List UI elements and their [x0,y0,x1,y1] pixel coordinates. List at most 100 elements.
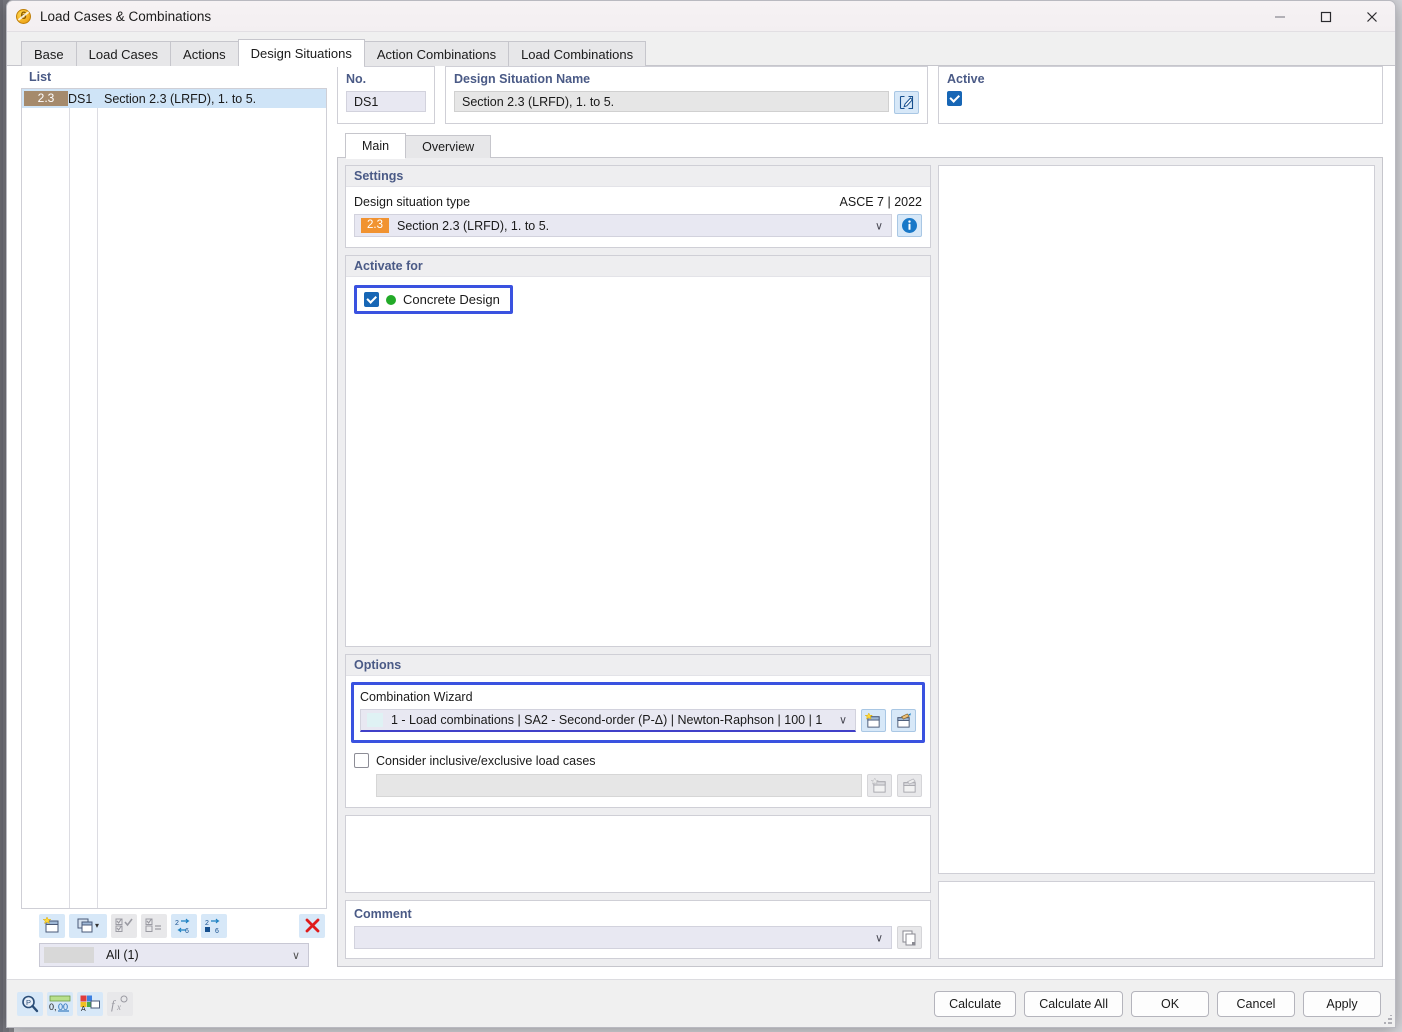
type-badge: 2.3 [361,218,389,233]
activate-item-concrete-design[interactable]: Concrete Design [354,285,513,314]
activate-for-title: Activate for [346,256,930,277]
copy-item-button[interactable]: ▾ [69,913,107,938]
comment-select[interactable]: ∨ [354,926,892,949]
svg-text:6: 6 [215,928,219,934]
svg-text:A: A [81,1006,86,1012]
new-window-star-icon[interactable] [861,709,886,732]
svg-text:0,: 0, [49,1002,57,1012]
calculate-all-button[interactable]: Calculate All [1024,990,1123,1017]
list-toolbar: ▾ 2 6 2 6 [21,909,327,939]
combination-wizard-select[interactable]: 1 - Load combinations | SA2 - Second-ord… [360,709,856,732]
status-dot-icon [386,294,396,305]
edit-window-icon [897,774,922,797]
function-fx-icon: f x [107,991,133,1016]
cancel-button[interactable]: Cancel [1217,990,1295,1017]
type-value: Section 2.3 (LRFD), 1. to 5. [397,218,550,233]
svg-text:x: x [116,1002,121,1012]
chevron-down-icon: ∨ [874,220,883,232]
consider-inclusive-row[interactable]: Consider inclusive/exclusive load cases [354,753,922,768]
comment-label: Comment [354,907,412,921]
main-tab-strip: Base Load Cases Actions Design Situation… [7,38,1395,67]
magnifier-icon[interactable]: P [17,991,43,1016]
footer-tools: P 0, 00 A f x [7,991,133,1016]
tab-overview[interactable]: Overview [405,135,492,158]
edit-window-icon[interactable] [891,709,916,732]
info-circle-icon[interactable] [897,214,922,237]
no-label: No. [346,72,367,86]
chevron-down-icon: ∨ [838,714,847,727]
preview-pane [938,165,1375,874]
design-situation-name-field[interactable]: Section 2.3 (LRFD), 1. to 5. [454,91,889,112]
preview-footer-pane [938,881,1375,959]
blank-pane [345,815,931,893]
list-filter-select[interactable]: All (1) ∨ [39,943,309,967]
settings-group: Settings Design situation type ASCE 7 | … [345,165,931,248]
no-field[interactable]: DS1 [346,91,426,112]
list-title: List [29,70,52,84]
design-situation-type-label: Design situation type [354,195,471,209]
resize-grip[interactable] [1383,1015,1393,1025]
decimals-0-00-icon[interactable]: 0, 00 [47,991,73,1016]
edit-pencil-icon[interactable] [894,91,919,114]
footer-buttons: Calculate Calculate All OK Cancel Apply [934,990,1395,1017]
consider-inclusive-label: Consider inclusive/exclusive load cases [376,753,596,768]
close-button[interactable] [1349,1,1395,32]
table-row[interactable]: 2.3 DS1 Section 2.3 (LRFD), 1. to 5. [22,89,326,108]
load-cases-combinations-dialog: 6 Load Cases & Combinations Base Load Ca… [6,0,1396,1028]
concrete-design-checkbox[interactable] [364,292,379,307]
select-all-button[interactable] [111,913,137,938]
active-checkbox[interactable] [947,91,962,106]
delete-item-button[interactable] [299,913,325,938]
svg-text:P: P [26,998,31,1007]
combination-wizard-value: 1 - Load combinations | SA2 - Second-ord… [391,713,823,727]
tab-load-combinations[interactable]: Load Combinations [508,41,647,66]
maximize-button[interactable] [1303,1,1349,32]
wizard-color-swatch [367,713,383,727]
new-window-star-icon [867,774,892,797]
active-group: Active [938,66,1383,124]
minimize-button[interactable] [1257,1,1303,32]
filter-label: All (1) [106,948,139,962]
tab-design-situations[interactable]: Design Situations [237,39,365,67]
consider-inclusive-checkbox[interactable] [354,753,369,768]
chevron-down-icon: ∨ [291,950,300,962]
standard-label: ASCE 7 | 2022 [839,195,922,209]
design-situations-list[interactable]: 2.3 DS1 Section 2.3 (LRFD), 1. to 5. [21,88,327,909]
new-item-button[interactable] [39,913,65,938]
design-situation-type-select[interactable]: 2.3 Section 2.3 (LRFD), 1. to 5. ∨ [354,214,892,237]
dialog-body: List 2.3 DS1 Section 2.3 (LRFD), 1. to 5… [7,66,1395,979]
design-situation-name-group: Design Situation Name Section 2.3 (LRFD)… [445,66,928,124]
renumber-selected-button[interactable]: 2 6 [201,913,227,938]
invert-selection-button[interactable] [141,913,167,938]
tab-load-cases[interactable]: Load Cases [75,41,172,66]
combination-wizard-highlight: Combination Wizard 1 - Load combinations… [351,682,925,743]
list-panel: List 2.3 DS1 Section 2.3 (LRFD), 1. to 5… [21,66,327,967]
renumber-button[interactable]: 2 6 [171,913,197,938]
ok-button[interactable]: OK [1131,990,1209,1017]
app-badge-6-icon: 6 [15,8,32,25]
tab-action-combinations[interactable]: Action Combinations [363,41,510,66]
apply-button[interactable]: Apply [1303,990,1381,1017]
title-bar: 6 Load Cases & Combinations [7,1,1395,32]
combination-wizard-label: Combination Wizard [360,690,473,704]
main-right-column [938,165,1375,959]
svg-text:2: 2 [175,920,179,927]
tab-main[interactable]: Main [345,133,407,159]
filter-color-swatch [44,947,94,963]
chevron-down-icon: ∨ [874,932,883,944]
copy-pages-icon[interactable] [897,926,922,949]
no-field-group: No. DS1 [337,66,435,124]
calculate-button[interactable]: Calculate [934,990,1017,1017]
svg-text:2: 2 [205,920,209,927]
row-description: Section 2.3 (LRFD), 1. to 5. [104,91,257,106]
detail-area: No. DS1 Design Situation Name Section 2.… [337,66,1383,967]
inner-tab-strip: Main Overview [337,132,1383,159]
options-group: Options Combination Wizard 1 - Load comb… [345,654,931,808]
main-left-column: Settings Design situation type ASCE 7 | … [345,165,931,959]
rename-label-icon[interactable]: A [77,991,103,1016]
activate-for-group: Activate for Concrete Design [345,255,931,647]
row-number: DS1 [68,91,93,106]
tab-base[interactable]: Base [21,41,77,66]
options-title: Options [346,655,930,676]
tab-actions[interactable]: Actions [170,41,239,66]
